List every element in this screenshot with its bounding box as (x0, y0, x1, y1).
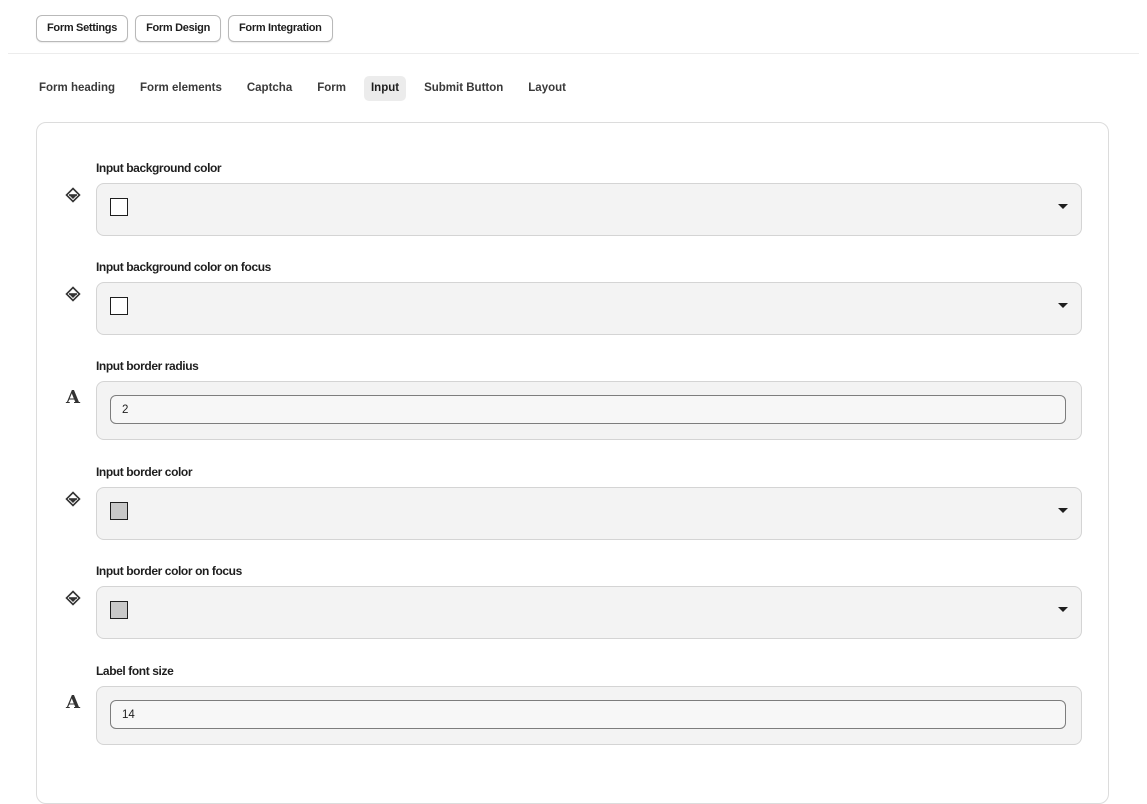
color-swatch (110, 198, 128, 216)
color-picker-input-border-focus[interactable] (96, 586, 1082, 639)
label-font-size-input[interactable] (110, 700, 1066, 729)
chevron-down-icon (1058, 607, 1068, 612)
subtab-input[interactable]: Input (363, 76, 407, 101)
chevron-down-icon (1058, 508, 1068, 513)
chevron-down-icon (1058, 204, 1068, 209)
font-size-icon: A (66, 691, 80, 713)
chevron-down-icon (1058, 303, 1068, 308)
field-label: Input background color on focus (96, 260, 271, 274)
field-label: Input background color (96, 161, 222, 175)
color-picker-input-border[interactable] (96, 487, 1082, 540)
color-picker-input-background-focus[interactable] (96, 282, 1082, 335)
field-label: Label font size (96, 664, 174, 678)
number-field-container (96, 381, 1082, 440)
subtab-submit-button[interactable]: Submit Button (417, 76, 510, 101)
color-swatch (110, 601, 128, 619)
paint-bucket-icon (63, 489, 83, 509)
settings-panel: Input background color Input background … (36, 122, 1109, 804)
tab-form-settings[interactable]: Form Settings (36, 15, 129, 42)
paint-bucket-icon (63, 185, 83, 205)
paint-bucket-icon (63, 588, 83, 608)
subtab-form-heading[interactable]: Form heading (32, 76, 122, 101)
field-label: Input border color (96, 465, 193, 479)
subtab-captcha[interactable]: Captcha (240, 76, 299, 101)
font-size-icon: A (66, 386, 80, 408)
color-swatch (110, 502, 128, 520)
subtab-layout[interactable]: Layout (521, 76, 573, 101)
tab-form-integration[interactable]: Form Integration (228, 15, 333, 42)
sub-tabs: Form heading Form elements Captcha Form … (32, 76, 581, 101)
field-label: Input border color on focus (96, 564, 242, 578)
number-field-container (96, 686, 1082, 745)
field-label: Input border radius (96, 359, 199, 373)
top-tabs: Form Settings Form Design Form Integrati… (36, 15, 333, 42)
border-radius-input[interactable] (110, 395, 1066, 424)
top-bar: Form Settings Form Design Form Integrati… (8, 0, 1139, 54)
subtab-form-elements[interactable]: Form elements (133, 76, 229, 101)
tab-form-design[interactable]: Form Design (135, 15, 221, 42)
color-swatch (110, 297, 128, 315)
color-picker-input-background[interactable] (96, 183, 1082, 236)
paint-bucket-icon (63, 284, 83, 304)
subtab-form[interactable]: Form (310, 76, 353, 101)
